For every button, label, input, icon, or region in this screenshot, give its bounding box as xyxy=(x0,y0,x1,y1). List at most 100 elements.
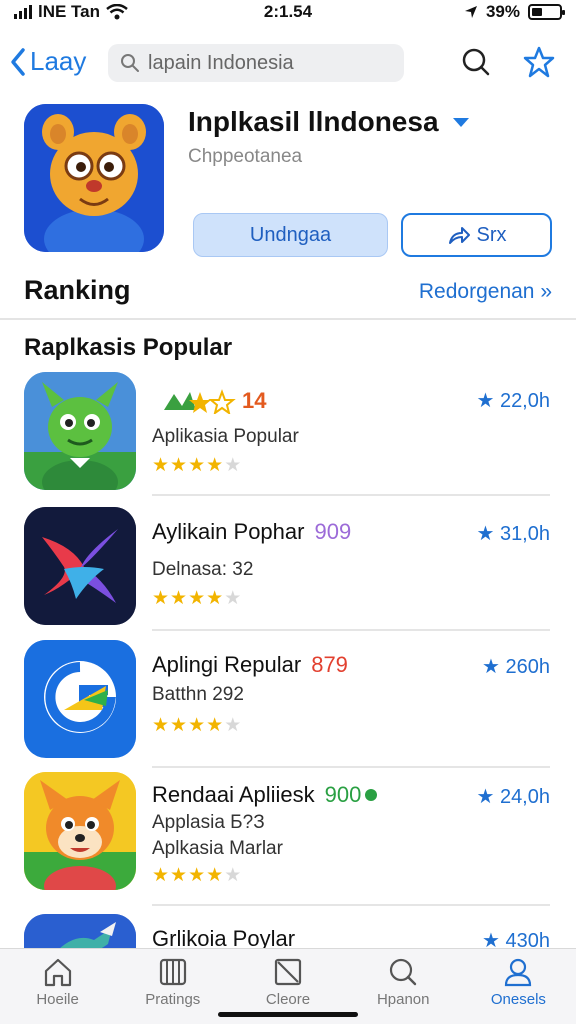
star-filled-icon: ★ xyxy=(188,588,207,609)
list-item-name: Aylikain Pophar xyxy=(152,519,305,544)
app-icon[interactable] xyxy=(24,104,164,252)
star-empty-icon: ★ xyxy=(224,715,243,736)
list-app-icon[interactable] xyxy=(24,772,136,890)
location-arrow-icon xyxy=(464,6,477,18)
list-separator xyxy=(152,904,550,906)
list-item-subtitle: Aplikasia Popular xyxy=(152,426,299,447)
popular-section-title: Raplkasis Popular xyxy=(24,334,233,361)
tab-label: Onesels xyxy=(490,991,546,1008)
status-right: 39% xyxy=(464,2,565,22)
list-item-title-row: Aylikain Pophar 909 xyxy=(152,519,351,545)
list-item-meta: ★ 31,0h xyxy=(476,523,550,545)
tab-label: Hpanon xyxy=(376,991,430,1008)
tab-profile[interactable]: Onesels xyxy=(461,949,576,1024)
list-item-subtitle: Delnasa: 32 xyxy=(152,559,254,580)
star-filled-icon: ★ xyxy=(170,865,189,886)
star-empty-icon: ★ xyxy=(224,588,243,609)
tab-label: Cleore xyxy=(265,991,311,1008)
tab-search[interactable]: Hpanon xyxy=(346,949,461,1024)
star-filled-icon: ★ xyxy=(170,455,189,476)
chevron-left-icon xyxy=(11,47,25,76)
list-separator xyxy=(152,766,550,768)
bird-logo-icon xyxy=(24,507,136,625)
battery-percent: 39% xyxy=(485,2,520,21)
green-creature-icon xyxy=(24,372,136,490)
list-item-name: Aplingi Repular xyxy=(152,652,302,677)
list-item-title-row: Rendaai Apliiesk 900 xyxy=(152,782,378,808)
star-outline-icon xyxy=(523,46,555,78)
app-title: Inplkasil llndonesa xyxy=(188,106,471,138)
list-app-icon[interactable] xyxy=(24,507,136,625)
list-app-icon[interactable] xyxy=(24,640,136,758)
list-item-badge: 879 xyxy=(311,652,348,677)
status-bar: lNE Tan 2:1.54 39% xyxy=(0,0,576,26)
rating-stars: ★★★★★ xyxy=(152,454,242,477)
list-item-subtitle: Batthn 292 xyxy=(152,684,244,705)
list-item-subtitle-2: Aplkasia Marlar xyxy=(152,838,283,859)
star-filled-icon: ★ xyxy=(188,715,207,736)
list-item-meta: ★ 24,0h xyxy=(476,786,550,808)
verified-dot-icon xyxy=(365,789,378,801)
list-item-title-row: Aplingi Repular 879 xyxy=(152,652,348,678)
search-icon xyxy=(121,54,139,72)
ranking-see-all-link[interactable]: Redorgenan » xyxy=(419,280,552,304)
back-label: Laay xyxy=(30,46,87,76)
star-filled-icon: ★ xyxy=(152,865,171,886)
share-button[interactable]: Srx xyxy=(401,213,552,257)
app-header: Inplkasil llndonesa Chppeotanea Undngaa … xyxy=(0,100,576,270)
star-filled-icon: ★ xyxy=(170,715,189,736)
star-filled-icon: ★ xyxy=(188,455,207,476)
tab-label: Hoeile xyxy=(36,991,79,1008)
star-empty-icon: ★ xyxy=(224,455,243,476)
search-button[interactable] xyxy=(458,44,494,80)
rating-stars: ★★★★★ xyxy=(152,864,242,887)
star-filled-icon: ★ xyxy=(152,455,171,476)
home-indicator xyxy=(218,1012,358,1017)
list-item-badge: 14 xyxy=(242,388,267,413)
book-icon xyxy=(159,958,186,986)
square-icon xyxy=(274,958,302,986)
share-arrow-icon xyxy=(448,227,470,244)
share-label: Srx xyxy=(476,223,507,246)
section-divider xyxy=(0,318,576,320)
search-field[interactable]: lapain Indonesia xyxy=(108,44,404,82)
star-filled-icon: ★ xyxy=(188,865,207,886)
list-separator xyxy=(152,629,550,631)
star-filled-icon: ★ xyxy=(152,588,171,609)
favorite-button[interactable] xyxy=(521,44,557,80)
cartoon-creature-icon xyxy=(24,104,164,252)
ranking-heading: Ranking xyxy=(24,275,131,305)
tab-home[interactable]: Hoeile xyxy=(0,949,115,1024)
battery-level-fill xyxy=(532,8,543,16)
dropdown-triangle-icon[interactable] xyxy=(451,116,471,128)
nav-bar: Laay lapain Indonesia xyxy=(0,40,576,88)
get-button[interactable]: Undngaa xyxy=(193,213,388,257)
list-item-meta: ★ 260h xyxy=(482,656,550,678)
home-icon xyxy=(44,958,71,987)
star-filled-icon: ★ xyxy=(206,588,225,609)
list-item-meta: ★ 22,0h xyxy=(476,390,550,412)
star-filled-icon: ★ xyxy=(206,865,225,886)
tab-label: Pratings xyxy=(145,991,201,1008)
rating-stars: ★★★★★ xyxy=(152,714,242,737)
search-placeholder: lapain Indonesia xyxy=(148,51,294,74)
battery-icon xyxy=(528,4,565,20)
magnifier-icon xyxy=(462,48,490,76)
list-app-icon[interactable] xyxy=(24,372,136,490)
app-subtitle: Chppeotanea xyxy=(188,146,303,167)
colorful-stars-icon xyxy=(164,389,236,414)
list-separator xyxy=(152,494,550,496)
tab-ratings[interactable]: Pratings xyxy=(115,949,230,1024)
g-logo-icon xyxy=(24,640,136,754)
star-empty-icon: ★ xyxy=(224,865,243,886)
star-filled-icon: ★ xyxy=(206,715,225,736)
star-filled-icon: ★ xyxy=(170,588,189,609)
list-item-name: Rendaai Apliiesk xyxy=(152,782,315,807)
star-filled-icon: ★ xyxy=(206,455,225,476)
fox-character-icon xyxy=(24,772,136,890)
search-icon xyxy=(390,958,417,986)
back-button[interactable]: Laay xyxy=(10,46,86,77)
star-filled-icon: ★ xyxy=(152,715,171,736)
list-item-title-row: 14 xyxy=(152,388,266,414)
app-title-text: Inplkasil llndonesa xyxy=(188,106,439,137)
